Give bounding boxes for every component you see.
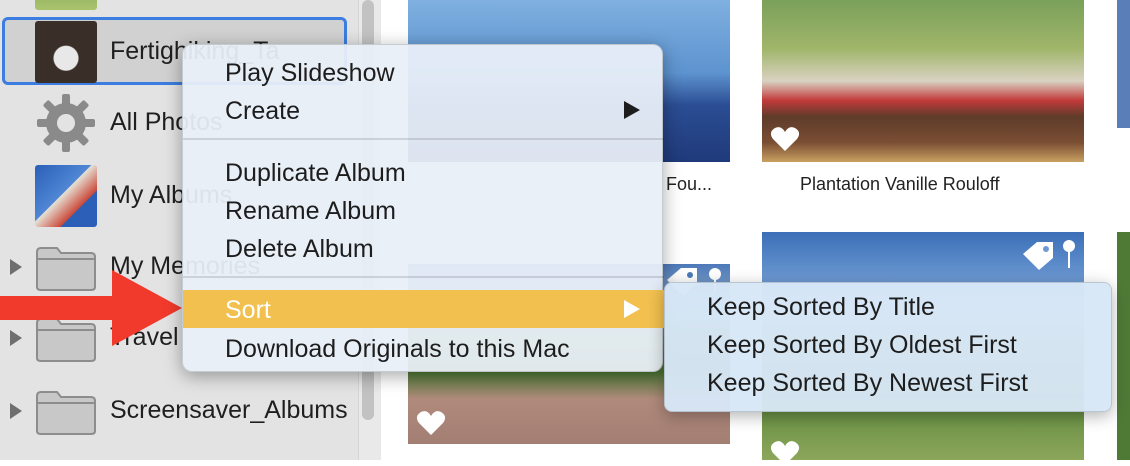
folder-icon (36, 391, 96, 435)
gear-icon (37, 94, 95, 152)
menu-separator (183, 276, 664, 278)
menu-item-download-originals[interactable]: Download Originals to this Mac (183, 329, 664, 367)
location-pin-icon (1063, 240, 1075, 268)
menu-item-label: Download Originals to this Mac (225, 335, 570, 363)
album-thumbnail (35, 0, 97, 10)
sidebar-item-screensaver-albums[interactable]: Screensaver_Albums (0, 376, 355, 446)
album-tile-photo (1117, 0, 1130, 128)
sidebar-item-label: Screensaver_Albums (110, 396, 348, 424)
annotation-arrow-icon (0, 270, 182, 346)
album-thumbnail (35, 21, 97, 83)
menu-separator (183, 138, 664, 140)
menu-item-duplicate-album[interactable]: Duplicate Album (183, 153, 664, 191)
album-tile-caption: Plantation Vanille Rouloff (800, 174, 1000, 194)
menu-item-play-slideshow[interactable]: Play Slideshow (183, 53, 664, 91)
submenu-item-sort-by-title[interactable]: Keep Sorted By Title (707, 293, 935, 322)
menu-item-create[interactable]: Create (183, 91, 664, 129)
menu-item-label: Duplicate Album (225, 159, 406, 187)
menu-item-label: Rename Album (225, 197, 396, 225)
menu-item-label: Play Slideshow (225, 59, 395, 87)
keyword-tag-icon (1023, 242, 1053, 270)
album-thumbnail (35, 165, 97, 227)
context-menu: Play Slideshow Create Duplicate Album Re… (182, 44, 664, 372)
menu-item-rename-album[interactable]: Rename Album (183, 191, 664, 229)
album-tile-caption: Fou... (666, 174, 713, 194)
menu-item-label: Create (225, 97, 301, 125)
heart-icon[interactable] (770, 126, 800, 152)
disclosure-triangle-icon[interactable] (10, 403, 22, 419)
submenu-item-sort-newest-first[interactable]: Keep Sorted By Newest First (707, 369, 1028, 398)
submenu-arrow-icon (624, 300, 640, 318)
heart-icon[interactable] (770, 440, 800, 466)
submenu-item-sort-oldest-first[interactable]: Keep Sorted By Oldest First (707, 331, 1017, 360)
submenu-arrow-icon (624, 101, 640, 119)
heart-icon[interactable] (416, 410, 446, 436)
menu-item-sort[interactable]: Sort (183, 290, 664, 328)
menu-item-label: Delete Album (225, 235, 374, 263)
menu-item-delete-album[interactable]: Delete Album (183, 229, 664, 267)
sort-submenu: Keep Sorted By Title Keep Sorted By Olde… (664, 282, 1112, 412)
menu-item-label: Sort (225, 296, 271, 324)
album-tile-photo (1117, 232, 1130, 460)
album-tile-photo[interactable] (762, 0, 1084, 162)
